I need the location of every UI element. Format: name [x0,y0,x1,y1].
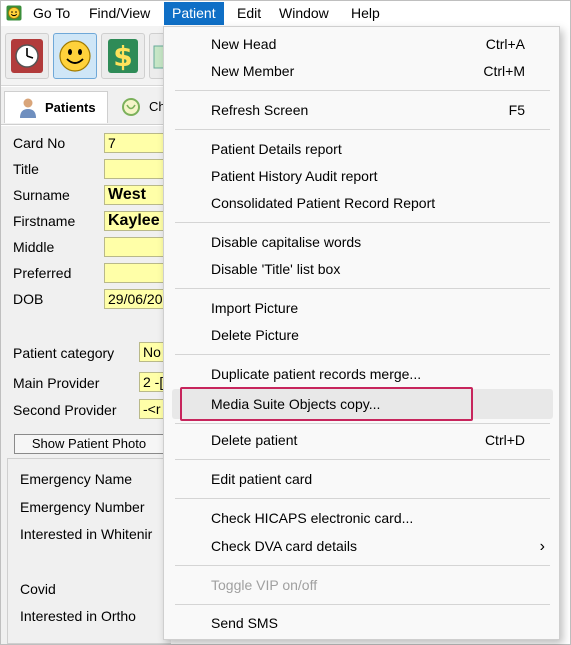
menu-separator [175,423,550,424]
custom-fields-group: Emergency Name Emergency Number Interest… [7,458,171,644]
toggle-vip-label: Toggle VIP on/off [211,577,318,593]
menu-item-patient-history-audit-report[interactable]: Patient History Audit report [172,163,553,190]
covid-label: Covid [20,581,56,597]
chart-icon [122,98,140,116]
menu-item-edit-patient-card[interactable]: Edit patient card [172,466,553,493]
delete-picture-label: Delete Picture [211,327,299,343]
menu-item-disable-title-list[interactable]: Disable 'Title' list box [172,256,553,283]
card-no-label: Card No [13,135,66,151]
tab-patients-label: Patients [45,100,96,115]
edit-patient-card-label: Edit patient card [211,471,313,487]
toolbar: $ [1,26,170,86]
refresh-screen-label: Refresh Screen [211,102,309,118]
middle-label: Middle [13,239,55,255]
menu-separator [175,498,550,499]
import-picture-label: Import Picture [211,300,299,316]
menu-help[interactable]: Help [343,2,388,25]
new-head-label: New Head [211,36,277,52]
clock-icon [11,39,43,73]
menu-item-send-sms[interactable]: Send SMS [172,610,553,637]
check-dva-label: Check DVA card details [211,538,358,554]
menu-separator [175,354,550,355]
interested-whitening-label: Interested in Whitenir [20,526,153,542]
patient-smiley-toolbar-button[interactable] [53,33,97,79]
menu-separator [175,459,550,460]
disable-title-list-label: Disable 'Title' list box [211,261,341,277]
smiley-icon [59,40,91,72]
menu-item-check-hicaps[interactable]: Check HICAPS electronic card... [172,505,553,532]
menu-separator [175,222,550,223]
new-member-shortcut: Ctrl+M [483,63,525,79]
patient-menu-dropdown: New Head Ctrl+A New Member Ctrl+M Refres… [163,26,560,640]
title-label: Title [13,161,39,177]
menu-item-delete-picture[interactable]: Delete Picture [172,322,553,349]
emergency-name-label: Emergency Name [20,471,133,487]
dob-field[interactable]: 29/06/20 [104,289,170,309]
menu-separator [175,129,550,130]
billing-toolbar-button[interactable]: $ [101,33,145,79]
patient-history-audit-report-label: Patient History Audit report [211,168,378,184]
interested-ortho-label: Interested in Ortho [20,608,136,624]
card-no-field[interactable]: 7 [104,133,170,153]
firstname-label: Firstname [13,213,76,229]
menu-item-delete-patient[interactable]: Delete patient Ctrl+D [172,427,553,454]
delete-patient-label: Delete patient [211,432,298,448]
check-hicaps-label: Check HICAPS electronic card... [211,510,414,526]
emergency-number-label: Emergency Number [20,499,145,515]
menu-window[interactable]: Window [271,2,337,25]
surname-label: Surname [13,187,70,203]
menu-item-toggle-vip: Toggle VIP on/off [172,572,553,599]
menu-item-import-picture[interactable]: Import Picture [172,295,553,322]
menu-item-consolidated-record-report[interactable]: Consolidated Patient Record Report [172,190,553,217]
menu-bar: Go To Find/View Patient Edit Window Help [1,1,570,26]
surname-field[interactable]: West [104,185,170,205]
menu-item-new-head[interactable]: New Head Ctrl+A [172,31,553,58]
new-head-shortcut: Ctrl+A [485,36,525,52]
main-provider-label: Main Provider [13,375,100,391]
tab-patients[interactable]: Patients [4,91,108,123]
duplicate-merge-label: Duplicate patient records merge... [211,366,422,382]
menu-item-refresh-screen[interactable]: Refresh Screen F5 [172,97,553,124]
patient-form: Card No 7 Title Surname West Firstname K… [1,126,171,644]
new-member-label: New Member [211,63,295,79]
menu-item-duplicate-merge[interactable]: Duplicate patient records merge... [172,361,553,388]
second-provider-label: Second Provider [13,402,117,418]
person-icon [20,98,36,118]
menu-separator [175,565,550,566]
menu-edit[interactable]: Edit [229,2,269,25]
menu-item-check-dva[interactable]: Check DVA card details › [172,533,553,560]
dob-label: DOB [13,291,44,307]
patient-category-label: Patient category [13,345,115,361]
menu-separator [175,90,550,91]
refresh-screen-shortcut: F5 [508,102,525,118]
tab-chart[interactable]: Ch [109,91,170,123]
preferred-label: Preferred [13,265,72,281]
app-smiley-icon[interactable] [6,5,22,21]
menu-item-new-member[interactable]: New Member Ctrl+M [172,58,553,85]
patient-details-report-label: Patient Details report [211,141,342,157]
menu-separator [175,288,550,289]
consolidated-record-report-label: Consolidated Patient Record Report [211,195,436,211]
chevron-right-icon: › [539,538,545,555]
send-sms-label: Send SMS [211,615,278,631]
menu-patient[interactable]: Patient [164,2,224,25]
show-patient-photo-button[interactable]: Show Patient Photo [14,434,164,454]
svg-text:$: $ [113,40,132,73]
firstname-field[interactable]: Kaylee [104,211,170,231]
menu-item-patient-details-report[interactable]: Patient Details report [172,136,553,163]
dollar-icon: $ [108,39,138,73]
menu-item-media-suite-copy[interactable]: Media Suite Objects copy... [172,389,553,419]
delete-patient-shortcut: Ctrl+D [484,432,525,448]
preferred-field[interactable] [104,263,170,283]
menu-item-disable-capitalise[interactable]: Disable capitalise words [172,229,553,256]
menu-separator [175,604,550,605]
menu-find-view[interactable]: Find/View [81,2,158,25]
tab-bar: Patients Ch [1,87,170,125]
disable-capitalise-label: Disable capitalise words [211,234,362,250]
title-field[interactable] [104,159,170,179]
clock-toolbar-button[interactable] [5,33,49,79]
media-suite-copy-label: Media Suite Objects copy... [211,396,381,412]
middle-field[interactable] [104,237,170,257]
menu-goto[interactable]: Go To [25,2,78,25]
